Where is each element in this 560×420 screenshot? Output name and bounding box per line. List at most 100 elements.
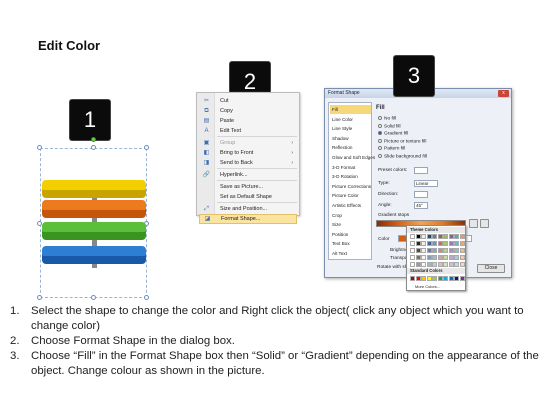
color-swatch[interactable] bbox=[415, 234, 421, 239]
color-swatch[interactable] bbox=[459, 262, 465, 267]
color-swatch[interactable] bbox=[432, 255, 437, 260]
color-swatch[interactable] bbox=[437, 276, 443, 281]
color-swatch[interactable] bbox=[443, 255, 448, 260]
category-item[interactable]: Line Style bbox=[330, 124, 371, 133]
menu-item[interactable]: ▣ Group › bbox=[199, 138, 297, 148]
color-swatch[interactable] bbox=[426, 241, 432, 246]
menu-item[interactable]: ◧ Bring to Front › bbox=[199, 148, 297, 158]
color-swatch[interactable] bbox=[421, 276, 426, 281]
preset-colors-dropdown[interactable] bbox=[414, 167, 428, 174]
resize-handle[interactable] bbox=[37, 295, 42, 300]
color-swatch[interactable] bbox=[448, 248, 454, 253]
add-stop-button[interactable] bbox=[469, 219, 478, 228]
color-swatch[interactable] bbox=[410, 234, 415, 239]
color-swatch[interactable] bbox=[454, 255, 459, 260]
color-swatch[interactable] bbox=[448, 241, 454, 246]
color-swatch[interactable] bbox=[415, 262, 421, 267]
color-swatch[interactable] bbox=[454, 248, 459, 253]
category-item[interactable]: Shadow bbox=[330, 134, 371, 143]
color-swatch[interactable] bbox=[437, 255, 443, 260]
direction-dropdown[interactable] bbox=[414, 191, 428, 198]
menu-item[interactable]: A Edit Text bbox=[199, 126, 297, 136]
color-swatch[interactable] bbox=[437, 248, 443, 253]
color-swatch[interactable] bbox=[421, 248, 426, 253]
color-swatch[interactable] bbox=[454, 241, 459, 246]
color-swatch[interactable] bbox=[415, 255, 421, 260]
color-swatch[interactable] bbox=[410, 276, 415, 281]
category-item[interactable]: Text Box bbox=[330, 239, 371, 248]
category-item[interactable]: Position bbox=[330, 230, 371, 239]
menu-item[interactable]: ⤢ Size and Position... bbox=[199, 204, 297, 214]
color-swatch[interactable] bbox=[432, 276, 437, 281]
color-swatch[interactable] bbox=[443, 276, 448, 281]
menu-item[interactable]: Save as Picture... bbox=[199, 182, 297, 192]
color-swatch[interactable] bbox=[459, 241, 465, 246]
color-swatch[interactable] bbox=[454, 234, 459, 239]
category-item[interactable]: Alt Text bbox=[330, 249, 371, 258]
fill-option[interactable]: Solid fill bbox=[378, 123, 401, 129]
layer-blue[interactable] bbox=[42, 246, 146, 264]
color-swatch[interactable] bbox=[426, 262, 432, 267]
menu-item[interactable]: ⧉ Copy bbox=[199, 106, 297, 116]
category-item[interactable]: Picture Corrections bbox=[330, 182, 371, 191]
color-swatch[interactable] bbox=[410, 262, 415, 267]
color-swatch[interactable] bbox=[432, 234, 437, 239]
color-swatch[interactable] bbox=[410, 241, 415, 246]
menu-item[interactable]: ◪ Format Shape... bbox=[199, 214, 297, 224]
color-swatch[interactable] bbox=[415, 241, 421, 246]
color-swatch[interactable] bbox=[459, 234, 465, 239]
resize-handle[interactable] bbox=[37, 145, 42, 150]
color-swatch[interactable] bbox=[426, 255, 432, 260]
fill-option[interactable]: Slide background fill bbox=[378, 153, 427, 159]
rotate-handle[interactable] bbox=[91, 137, 96, 142]
color-swatch[interactable] bbox=[426, 276, 432, 281]
color-swatch[interactable] bbox=[421, 262, 426, 267]
menu-item[interactable]: ✂ Cut bbox=[199, 96, 297, 106]
color-swatch[interactable] bbox=[459, 248, 465, 253]
resize-handle[interactable] bbox=[91, 145, 96, 150]
color-swatch[interactable] bbox=[426, 248, 432, 253]
menu-item[interactable]: 🔗 Hyperlink... bbox=[199, 170, 297, 180]
category-item[interactable]: Size bbox=[330, 220, 371, 229]
resize-handle[interactable] bbox=[144, 295, 149, 300]
category-item[interactable]: Fill bbox=[330, 105, 371, 114]
category-item[interactable]: Line Color bbox=[330, 115, 371, 124]
category-item[interactable]: Picture Color bbox=[330, 191, 371, 200]
color-swatch[interactable] bbox=[426, 234, 432, 239]
fill-option[interactable]: No fill bbox=[378, 116, 396, 121]
category-item[interactable]: Reflection bbox=[330, 143, 371, 152]
color-swatch[interactable] bbox=[437, 262, 443, 267]
color-swatch[interactable] bbox=[432, 248, 437, 253]
layer-green[interactable] bbox=[42, 222, 146, 240]
more-colors-link[interactable]: More Colors... bbox=[415, 284, 440, 289]
category-item[interactable]: Crop bbox=[330, 211, 371, 220]
resize-handle[interactable] bbox=[91, 295, 96, 300]
color-swatch[interactable] bbox=[421, 255, 426, 260]
color-swatch[interactable] bbox=[448, 276, 454, 281]
close-button[interactable]: Close bbox=[477, 264, 505, 273]
fill-option[interactable]: Gradient fill bbox=[378, 131, 408, 136]
menu-item[interactable]: Set as Default Shape bbox=[199, 192, 297, 202]
fill-option[interactable]: Pattern fill bbox=[378, 146, 405, 151]
category-item[interactable]: 3-D Rotation bbox=[330, 172, 371, 181]
category-item[interactable]: 3-D Format bbox=[330, 163, 371, 172]
color-swatch[interactable] bbox=[448, 262, 454, 267]
layer-orange[interactable] bbox=[42, 200, 146, 218]
color-swatch[interactable] bbox=[459, 255, 465, 260]
color-swatch[interactable] bbox=[415, 248, 421, 253]
remove-stop-button[interactable] bbox=[480, 219, 489, 228]
color-swatch[interactable] bbox=[443, 262, 448, 267]
fill-option[interactable]: Picture or texture fill bbox=[378, 138, 426, 144]
color-swatch[interactable] bbox=[421, 241, 426, 246]
color-swatch[interactable] bbox=[443, 234, 448, 239]
color-swatch[interactable] bbox=[448, 234, 454, 239]
color-swatch[interactable] bbox=[454, 276, 459, 281]
color-swatch[interactable] bbox=[421, 234, 426, 239]
color-swatch[interactable] bbox=[410, 255, 415, 260]
color-swatch[interactable] bbox=[410, 248, 415, 253]
close-icon[interactable]: x bbox=[498, 90, 509, 97]
color-swatch[interactable] bbox=[443, 248, 448, 253]
color-swatch[interactable] bbox=[454, 262, 459, 267]
color-swatch[interactable] bbox=[432, 262, 437, 267]
resize-handle[interactable] bbox=[144, 145, 149, 150]
